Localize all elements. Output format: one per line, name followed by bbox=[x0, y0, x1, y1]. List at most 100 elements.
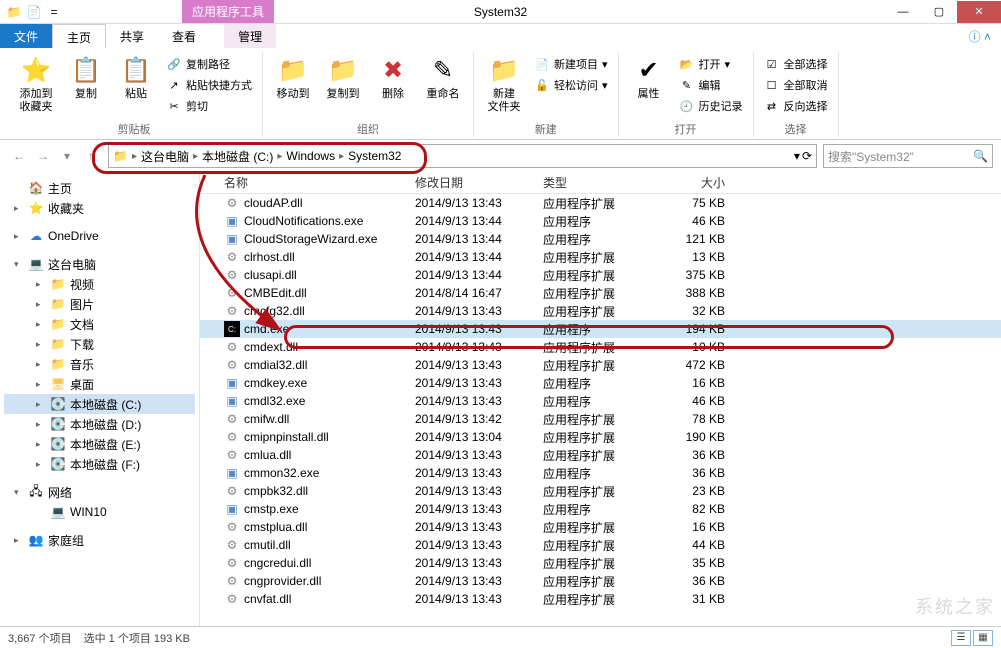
tab-manage[interactable]: 管理 bbox=[224, 24, 276, 48]
file-row[interactable]: C:cmd.exe2014/9/13 13:43应用程序194 KB bbox=[200, 320, 1001, 338]
nav-video[interactable]: ▸📁视频 bbox=[4, 274, 195, 294]
nav-forward-button[interactable]: → bbox=[32, 145, 54, 167]
file-date: 2014/9/13 13:44 bbox=[415, 268, 543, 282]
file-row[interactable]: ⚙cmpbk32.dll2014/9/13 13:43应用程序扩展23 KB bbox=[200, 482, 1001, 500]
breadcrumb[interactable]: 这台电脑 bbox=[141, 148, 189, 165]
edit-button[interactable]: ✎编辑 bbox=[675, 75, 747, 95]
nav-favorites[interactable]: ▸⭐收藏夹 bbox=[4, 198, 195, 218]
nav-disk-f[interactable]: ▸💽本地磁盘 (F:) bbox=[4, 454, 195, 474]
file-row[interactable]: ▣CloudStorageWizard.exe2014/9/13 13:44应用… bbox=[200, 230, 1001, 248]
breadcrumb[interactable]: Windows bbox=[286, 149, 335, 163]
file-row[interactable]: ⚙cmlua.dll2014/9/13 13:43应用程序扩展36 KB bbox=[200, 446, 1001, 464]
move-to-button[interactable]: 📁移动到 bbox=[269, 52, 317, 119]
column-header-size[interactable]: 大小 bbox=[653, 174, 743, 191]
qat-icon[interactable]: 📄 bbox=[26, 4, 42, 20]
new-item-button[interactable]: 📄新建项目 ▾ bbox=[530, 54, 612, 74]
paste-button[interactable]: 📋粘贴 bbox=[112, 52, 160, 119]
easy-access-button[interactable]: 🔓轻松访问 ▾ bbox=[530, 75, 612, 95]
file-row[interactable]: ⚙cngprovider.dll2014/9/13 13:43应用程序扩展36 … bbox=[200, 572, 1001, 590]
file-row[interactable]: ⚙cmdial32.dll2014/9/13 13:43应用程序扩展472 KB bbox=[200, 356, 1001, 374]
breadcrumb[interactable]: 本地磁盘 (C:) bbox=[202, 148, 273, 165]
file-row[interactable]: ⚙cmifw.dll2014/9/13 13:42应用程序扩展78 KB bbox=[200, 410, 1001, 428]
nav-back-button[interactable]: ← bbox=[8, 145, 30, 167]
rename-button[interactable]: ✎重命名 bbox=[419, 52, 467, 119]
file-type: 应用程序 bbox=[543, 321, 653, 338]
column-header-type[interactable]: 类型 bbox=[543, 174, 653, 191]
nav-pictures[interactable]: ▸📁图片 bbox=[4, 294, 195, 314]
paste-shortcut-button[interactable]: ↗粘贴快捷方式 bbox=[162, 75, 256, 95]
nav-win10[interactable]: 💻WIN10 bbox=[4, 502, 195, 522]
search-input[interactable]: 搜索"System32" 🔍 bbox=[823, 144, 993, 168]
contextual-tab-tools[interactable]: 应用程序工具 bbox=[182, 0, 274, 23]
ribbon-collapse-button[interactable]: ⓘ ˄ bbox=[959, 24, 1001, 48]
nav-network[interactable]: ▾🖧网络 bbox=[4, 482, 195, 502]
properties-button[interactable]: ✔属性 bbox=[625, 52, 673, 119]
select-none-button[interactable]: ☐全部取消 bbox=[760, 75, 832, 95]
nav-thispc[interactable]: ▾💻这台电脑 bbox=[4, 254, 195, 274]
address-bar[interactable]: 📁 ▸ 这台电脑▸ 本地磁盘 (C:)▸ Windows▸ System32 ▾… bbox=[108, 144, 817, 168]
nav-music[interactable]: ▸📁音乐 bbox=[4, 354, 195, 374]
view-details-button[interactable]: ☰ bbox=[951, 630, 971, 646]
breadcrumb[interactable]: System32 bbox=[348, 149, 401, 163]
nav-onedrive[interactable]: ▸☁OneDrive bbox=[4, 226, 195, 246]
file-row[interactable]: ▣CloudNotifications.exe2014/9/13 13:44应用… bbox=[200, 212, 1001, 230]
add-to-favorites-button[interactable]: ⭐添加到 收藏夹 bbox=[12, 52, 60, 119]
new-folder-button[interactable]: 📁新建 文件夹 bbox=[480, 52, 528, 119]
invert-selection-button[interactable]: ⇄反向选择 bbox=[760, 96, 832, 116]
file-row[interactable]: ⚙cmstplua.dll2014/9/13 13:43应用程序扩展16 KB bbox=[200, 518, 1001, 536]
nav-recent-dropdown[interactable]: ▾ bbox=[56, 145, 78, 167]
copy-path-button[interactable]: 🔗复制路径 bbox=[162, 54, 256, 74]
history-button[interactable]: 🕘历史记录 bbox=[675, 96, 747, 116]
nav-disk-d[interactable]: ▸💽本地磁盘 (D:) bbox=[4, 414, 195, 434]
file-type: 应用程序扩展 bbox=[543, 411, 653, 428]
address-dropdown-icon[interactable]: ▾ bbox=[794, 149, 800, 163]
file-row[interactable]: ⚙cmutil.dll2014/9/13 13:43应用程序扩展44 KB bbox=[200, 536, 1001, 554]
window-close-button[interactable]: ✕ bbox=[957, 1, 1001, 23]
cut-button[interactable]: ✂剪切 bbox=[162, 96, 256, 116]
file-row[interactable]: ⚙clrhost.dll2014/9/13 13:44应用程序扩展13 KB bbox=[200, 248, 1001, 266]
file-row[interactable]: ⚙cmipnpinstall.dll2014/9/13 13:04应用程序扩展1… bbox=[200, 428, 1001, 446]
file-size: 75 KB bbox=[653, 196, 743, 210]
qat-icon[interactable]: = bbox=[46, 4, 62, 20]
tab-file[interactable]: 文件 bbox=[0, 24, 52, 48]
file-row[interactable]: ⚙cmdext.dll2014/9/13 13:43应用程序扩展10 KB bbox=[200, 338, 1001, 356]
refresh-button[interactable]: ⟳ bbox=[802, 149, 812, 163]
copy-to-button[interactable]: 📁复制到 bbox=[319, 52, 367, 119]
nav-up-button[interactable]: ↑ bbox=[80, 145, 102, 167]
select-all-button[interactable]: ☑全部选择 bbox=[760, 54, 832, 74]
file-name: cmstp.exe bbox=[244, 502, 299, 516]
nav-home[interactable]: 🏠主页 bbox=[4, 178, 195, 198]
nav-downloads[interactable]: ▸📁下载 bbox=[4, 334, 195, 354]
file-row[interactable]: ⚙cnvfat.dll2014/9/13 13:43应用程序扩展31 KB bbox=[200, 590, 1001, 608]
file-row[interactable]: ⚙CMBEdit.dll2014/8/14 16:47应用程序扩展388 KB bbox=[200, 284, 1001, 302]
window-minimize-button[interactable]: — bbox=[885, 1, 921, 23]
column-header-date[interactable]: 修改日期 bbox=[415, 174, 543, 191]
delete-button[interactable]: ✖删除 bbox=[369, 52, 417, 119]
nav-documents[interactable]: ▸📁文档 bbox=[4, 314, 195, 334]
ribbon-group-label: 新建 bbox=[535, 119, 557, 137]
file-row[interactable]: ▣cmdl32.exe2014/9/13 13:43应用程序46 KB bbox=[200, 392, 1001, 410]
nav-disk-c[interactable]: ▸💽本地磁盘 (C:) bbox=[4, 394, 195, 414]
open-button[interactable]: 📂打开 ▾ bbox=[675, 54, 747, 74]
column-header-name[interactable]: 名称 bbox=[200, 174, 415, 191]
file-row[interactable]: ▣cmmon32.exe2014/9/13 13:43应用程序36 KB bbox=[200, 464, 1001, 482]
qat-icon[interactable]: 📁 bbox=[6, 4, 22, 20]
nav-disk-e[interactable]: ▸💽本地磁盘 (E:) bbox=[4, 434, 195, 454]
file-name: cmutil.dll bbox=[244, 538, 291, 552]
file-row[interactable]: ⚙clusapi.dll2014/9/13 13:44应用程序扩展375 KB bbox=[200, 266, 1001, 284]
navigation-pane[interactable]: 🏠主页 ▸⭐收藏夹 ▸☁OneDrive ▾💻这台电脑 ▸📁视频 ▸📁图片 ▸📁… bbox=[0, 172, 200, 626]
file-row[interactable]: ⚙cmcfg32.dll2014/9/13 13:43应用程序扩展32 KB bbox=[200, 302, 1001, 320]
file-row[interactable]: ▣cmdkey.exe2014/9/13 13:43应用程序16 KB bbox=[200, 374, 1001, 392]
file-row[interactable]: ⚙cloudAP.dll2014/9/13 13:43应用程序扩展75 KB bbox=[200, 194, 1001, 212]
nav-desktop[interactable]: ▸🖥桌面 bbox=[4, 374, 195, 394]
nav-homegroup[interactable]: ▸👥家庭组 bbox=[4, 530, 195, 550]
view-icons-button[interactable]: ▦ bbox=[973, 630, 993, 646]
tab-share[interactable]: 共享 bbox=[106, 24, 158, 48]
file-row[interactable]: ⚙cngcredui.dll2014/9/13 13:43应用程序扩展35 KB bbox=[200, 554, 1001, 572]
copy-button[interactable]: 📋复制 bbox=[62, 52, 110, 119]
tab-view[interactable]: 查看 bbox=[158, 24, 210, 48]
window-maximize-button[interactable]: ▢ bbox=[921, 1, 957, 23]
file-name: cmdial32.dll bbox=[244, 358, 307, 372]
file-row[interactable]: ▣cmstp.exe2014/9/13 13:43应用程序82 KB bbox=[200, 500, 1001, 518]
tab-home[interactable]: 主页 bbox=[52, 24, 106, 48]
